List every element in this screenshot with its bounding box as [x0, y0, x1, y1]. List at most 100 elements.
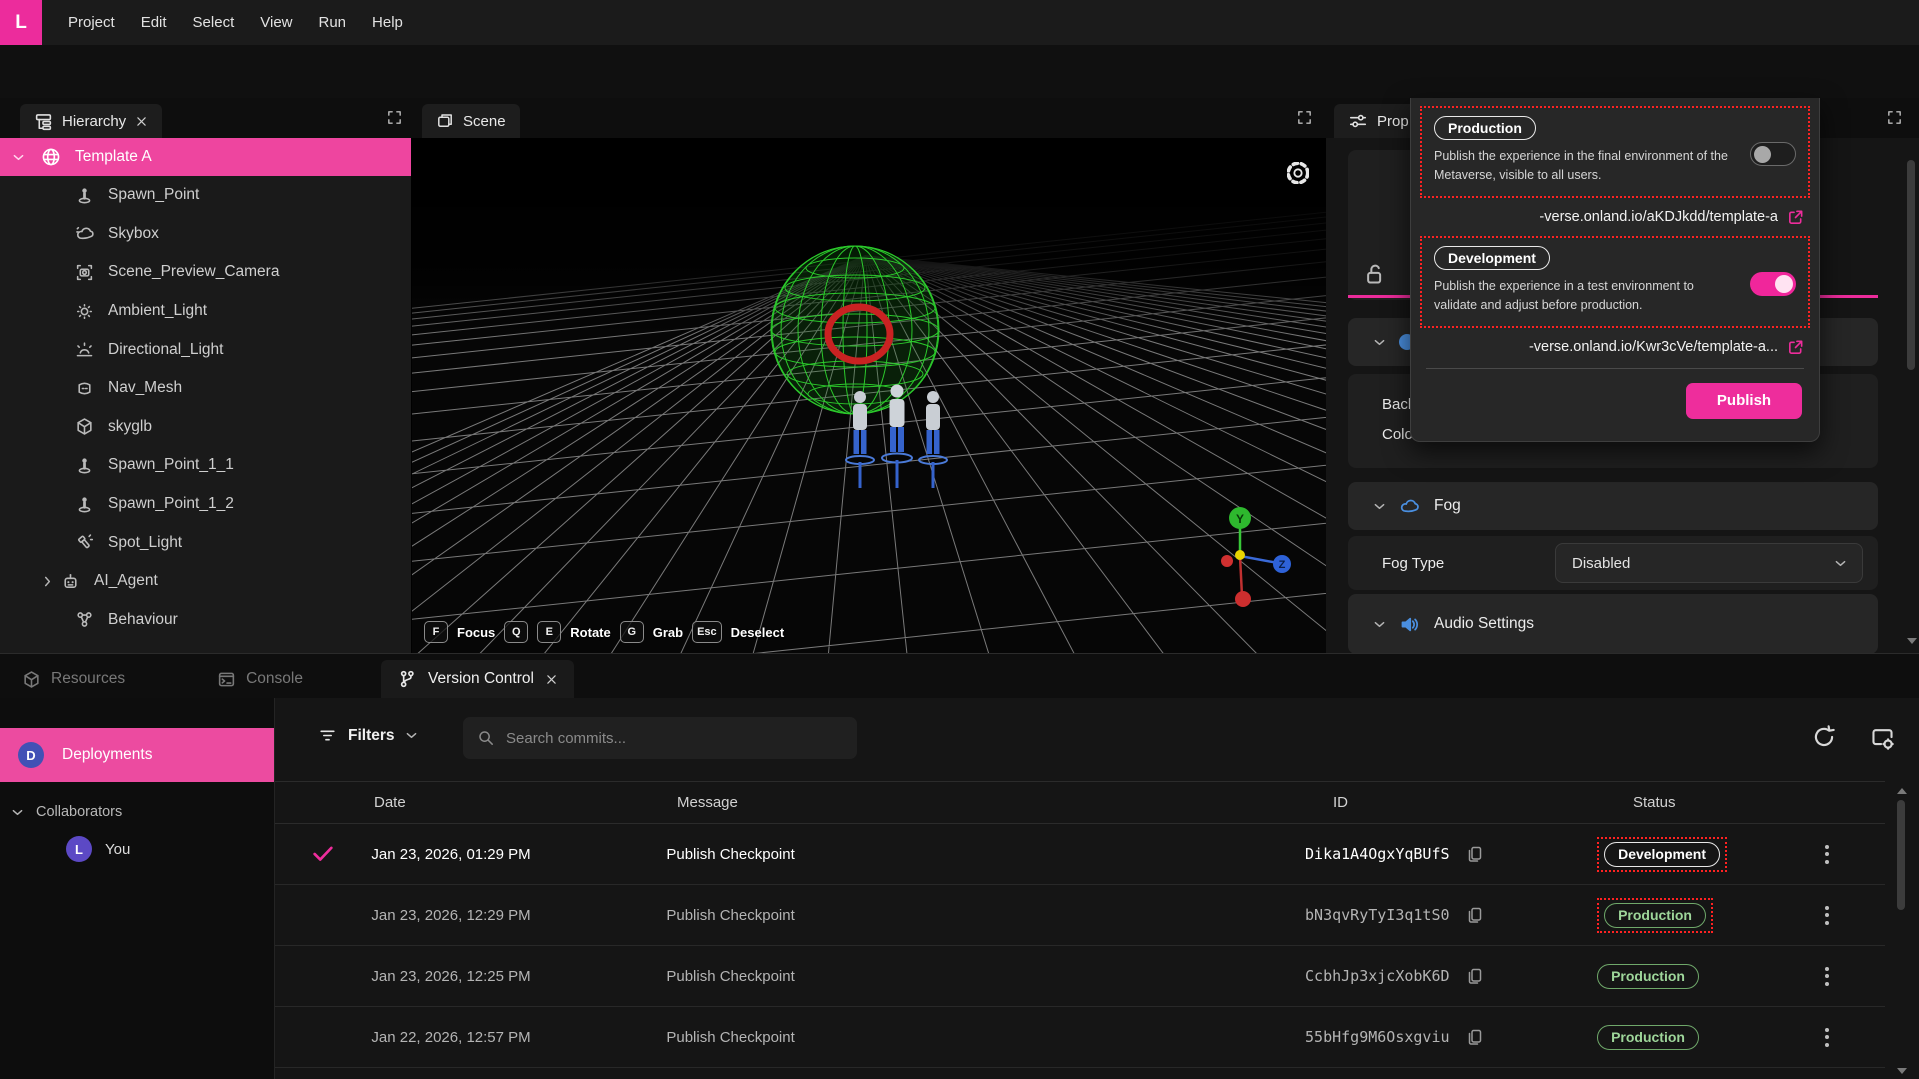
hierarchy-item[interactable]: Spawn_Point_1_2 [0, 485, 411, 524]
fog-type-label: Fog Type [1382, 555, 1444, 572]
viewport-settings-gear-icon[interactable] [1287, 162, 1309, 184]
commit-row[interactable]: Jan 23, 2026, 12:29 PM Publish Checkpoin… [275, 885, 1885, 946]
menu-view[interactable]: View [260, 14, 292, 31]
copy-icon[interactable] [1466, 967, 1484, 985]
commit-row[interactable]: Jan 23, 2026, 12:25 PM Publish Checkpoin… [275, 946, 1885, 1007]
camera-icon [75, 263, 94, 282]
expand-panel-icon[interactable] [1296, 109, 1313, 126]
header-status[interactable]: Status [1633, 794, 1863, 811]
hierarchy-root-label: Template A [75, 148, 152, 166]
tab-console[interactable]: Console [201, 660, 319, 698]
properties-scrollbar[interactable] [1905, 146, 1917, 646]
external-link-icon[interactable] [1787, 339, 1804, 356]
app-logo[interactable]: L [0, 0, 42, 45]
header-date[interactable]: Date [374, 794, 677, 811]
copy-icon[interactable] [1466, 1028, 1484, 1046]
sidebar-item-you[interactable]: L You [0, 836, 274, 862]
hierarchy-root-row[interactable]: Template A [0, 138, 411, 176]
menu-edit[interactable]: Edit [141, 14, 167, 31]
deployment-settings-icon[interactable] [1870, 726, 1895, 751]
expand-panel-icon[interactable] [386, 109, 403, 126]
close-icon[interactable] [135, 115, 148, 128]
selected-sphere [771, 246, 939, 414]
hierarchy-item[interactable]: AI_Agent [0, 562, 411, 601]
hierarchy-icon [34, 112, 53, 131]
chevron-down-icon[interactable] [13, 154, 24, 161]
sidebar-item-deployments[interactable]: D Deployments [0, 728, 274, 782]
commit-date: Jan 23, 2026, 12:25 PM [371, 968, 666, 985]
row-menu-button[interactable] [1821, 902, 1833, 929]
fog-type-select[interactable]: Disabled [1555, 543, 1863, 583]
tab-hierarchy[interactable]: Hierarchy [20, 104, 162, 138]
hierarchy-item[interactable]: skyglb [0, 408, 411, 447]
fog-section-title: Fog [1434, 497, 1461, 515]
chevron-right-icon[interactable] [44, 576, 51, 587]
menu-select[interactable]: Select [193, 14, 235, 31]
section-header-fog[interactable]: Fog [1348, 482, 1878, 530]
copy-icon[interactable] [1466, 906, 1484, 924]
svg-text:Z: Z [1279, 559, 1286, 571]
menu-project[interactable]: Project [68, 14, 115, 31]
copy-icon[interactable] [1466, 845, 1484, 863]
development-url-row: -verse.onland.io/Kwr3cVe/template-a... [1420, 328, 1810, 366]
chevron-down-icon [1374, 339, 1385, 346]
production-url[interactable]: -verse.onland.io/aKDJkdd/template-a [1539, 209, 1778, 225]
commit-row[interactable]: Jan 23, 2026, 01:29 PM Publish Checkpoin… [275, 824, 1885, 885]
sidebar-item-collaborators[interactable]: Collaborators [0, 804, 274, 820]
search-commits-input[interactable] [506, 730, 806, 747]
filter-icon [318, 726, 337, 745]
hierarchy-item[interactable]: Nav_Mesh [0, 369, 411, 408]
close-icon[interactable] [545, 673, 558, 686]
row-menu-button[interactable] [1821, 963, 1833, 990]
hierarchy-item[interactable]: Scene_Preview_Camera [0, 253, 411, 292]
status-badge: Production [1604, 903, 1706, 928]
mesh-cube-icon [75, 417, 94, 436]
menu-run[interactable]: Run [319, 14, 347, 31]
commit-row[interactable]: Jan 22, 2026, 12:57 PM Publish Checkpoin… [275, 1007, 1885, 1068]
expand-panel-icon[interactable] [1886, 109, 1903, 126]
section-header-audio[interactable]: Audio Settings [1348, 594, 1878, 653]
development-toggle[interactable] [1750, 272, 1796, 296]
resources-cube-icon [22, 670, 41, 689]
hierarchy-item[interactable]: Skybox [0, 215, 411, 254]
scene-viewport[interactable]: Y Z F Focus Q E Rotate G Grab Esc Desele… [412, 138, 1326, 653]
table-scrollbar[interactable] [1895, 786, 1907, 1076]
publish-button[interactable]: Publish [1686, 383, 1802, 419]
production-toggle[interactable] [1750, 142, 1796, 166]
refresh-icon[interactable] [1811, 724, 1837, 750]
you-label: You [105, 841, 130, 858]
tab-version-control[interactable]: Version Control [381, 660, 574, 698]
filters-button[interactable]: Filters [318, 726, 417, 745]
tab-resources[interactable]: Resources [6, 660, 141, 698]
commit-date: Jan 23, 2026, 12:29 PM [371, 907, 666, 924]
row-menu-button[interactable] [1821, 1024, 1833, 1051]
hierarchy-item[interactable]: Spawn_Point [0, 176, 411, 215]
chevron-down-icon [1374, 621, 1385, 628]
hierarchy-panel: Template A Spawn_Point Skybox Scene_Prev… [0, 138, 412, 653]
hierarchy-item[interactable]: Directional_Light [0, 330, 411, 369]
tab-hierarchy-label: Hierarchy [62, 113, 126, 130]
hierarchy-item[interactable]: Ambient_Light [0, 292, 411, 331]
external-link-icon[interactable] [1787, 209, 1804, 226]
header-message[interactable]: Message [677, 794, 1333, 811]
row-menu-button[interactable] [1821, 841, 1833, 868]
skybox-icon [75, 224, 94, 243]
header-id[interactable]: ID [1333, 794, 1633, 811]
development-description: Publish the experience in a test environ… [1434, 277, 1734, 316]
production-url-row: -verse.onland.io/aKDJkdd/template-a [1420, 198, 1810, 236]
commit-date: Jan 23, 2026, 01:29 PM [371, 846, 666, 863]
spawn-point-icon [75, 495, 94, 514]
svg-text:Y: Y [1236, 512, 1244, 526]
status-badge: Production [1597, 1025, 1699, 1050]
audio-section-title: Audio Settings [1434, 615, 1534, 633]
tab-scene[interactable]: Scene [422, 104, 520, 138]
menu-help[interactable]: Help [372, 14, 403, 31]
unlock-icon[interactable] [1362, 262, 1386, 286]
commit-id: Dika1A4OgxYqBUfS [1305, 845, 1450, 863]
hierarchy-item[interactable]: Spot_Light [0, 523, 411, 562]
tab-scene-label: Scene [463, 113, 506, 130]
hierarchy-item[interactable]: Behaviour [0, 601, 411, 640]
hierarchy-item[interactable]: Spawn_Point_1_1 [0, 446, 411, 485]
development-url[interactable]: -verse.onland.io/Kwr3cVe/template-a... [1529, 339, 1778, 355]
bottom-panel: Resources Console Version Control D Depl… [0, 653, 1919, 1079]
